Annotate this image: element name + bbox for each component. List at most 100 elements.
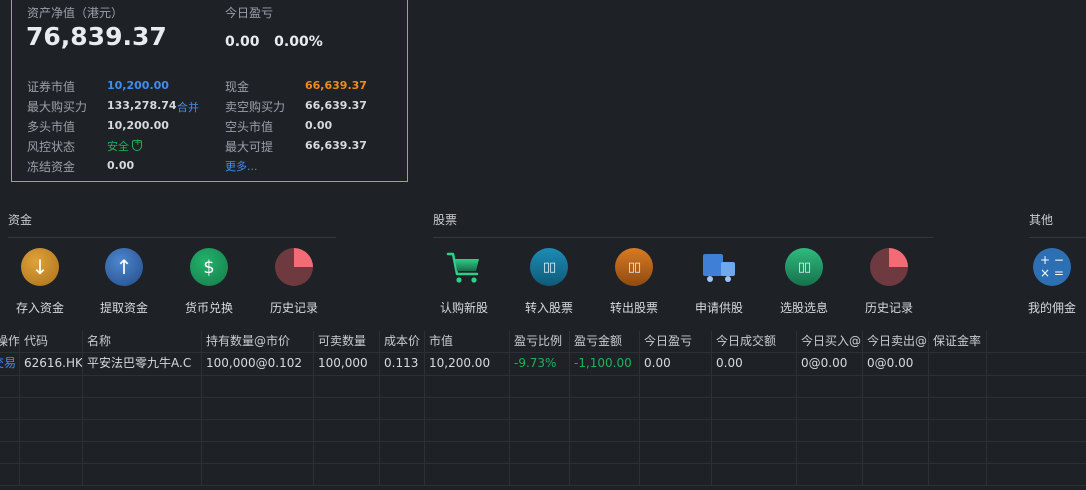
empty-cell xyxy=(20,442,83,463)
max-buying-power-label: 最大购买力 xyxy=(27,100,88,114)
calculator-icon: + − × = xyxy=(1033,248,1071,286)
empty-cell xyxy=(929,442,987,463)
stocks-history-button[interactable]: 历史记录 xyxy=(849,248,929,316)
header-sellable: 可卖数量 xyxy=(314,331,380,352)
empty-cell xyxy=(0,376,20,397)
empty-cell xyxy=(510,464,570,485)
empty-cell xyxy=(202,442,314,463)
table-empty-row xyxy=(0,398,1086,420)
stock-picks-label: 选股选息 xyxy=(779,301,828,315)
truck-icon xyxy=(700,248,738,286)
arrow-down-icon: ↓ xyxy=(21,248,59,286)
transfer-in-button[interactable]: ▯▯ 转入股票 xyxy=(509,248,589,316)
empty-cell xyxy=(0,398,20,419)
empty-cell xyxy=(83,376,202,397)
header-holding: 持有数量@市价 xyxy=(202,331,314,352)
table-empty-row xyxy=(0,464,1086,486)
more-link[interactable]: 更多... xyxy=(225,158,258,174)
frozen-funds-label: 冻结资金 xyxy=(27,160,76,174)
header-code: 代码 xyxy=(20,331,83,352)
cell-margin-rate xyxy=(929,353,987,375)
empty-cell xyxy=(314,398,380,419)
transfer-out-button[interactable]: ▯▯ 转出股票 xyxy=(594,248,674,316)
merge-link[interactable]: 合并 xyxy=(177,99,199,115)
empty-cell xyxy=(0,420,20,441)
pie-chart-icon xyxy=(870,248,908,286)
header-margin-rate: 保证金率 xyxy=(929,331,987,352)
trade-link[interactable]: 交易 xyxy=(0,353,20,375)
short-buying-power-value: 66,639.37 xyxy=(305,99,367,112)
empty-cell xyxy=(202,420,314,441)
empty-cell xyxy=(863,442,929,463)
deposit-button[interactable]: ↓ 存入资金 xyxy=(0,248,80,316)
empty-cell xyxy=(425,398,510,419)
section-stocks-title: 股票 xyxy=(433,213,458,227)
net-assets-value: 76,839.37 xyxy=(26,22,167,51)
empty-cell xyxy=(510,420,570,441)
empty-cell xyxy=(640,464,712,485)
long-value: 10,200.00 xyxy=(107,119,169,132)
pie-chart-icon xyxy=(275,248,313,286)
rights-issue-button[interactable]: 申请供股 xyxy=(679,248,759,316)
header-today-pl: 今日盈亏 xyxy=(640,331,712,352)
cell-today-buy: 0@0.00 xyxy=(797,353,863,375)
table-row[interactable]: 交易 62616.HK 平安法巴零九牛A.C 100,000@0.102 100… xyxy=(0,353,1086,376)
withdraw-label: 提取资金 xyxy=(99,301,148,315)
empty-cell xyxy=(712,376,797,397)
empty-cell xyxy=(380,442,425,463)
header-today-turnover: 今日成交额 xyxy=(712,331,797,352)
transfer-out-label: 转出股票 xyxy=(609,301,658,315)
shopping-cart-icon xyxy=(445,248,483,286)
empty-cell xyxy=(712,442,797,463)
ipo-subscribe-button[interactable]: 认购新股 xyxy=(424,248,504,316)
section-funds-title: 资金 xyxy=(8,213,33,227)
empty-cell xyxy=(425,464,510,485)
empty-cell xyxy=(20,376,83,397)
ipo-subscribe-label: 认购新股 xyxy=(439,301,488,315)
short-value: 0.00 xyxy=(305,119,333,132)
empty-cell xyxy=(380,420,425,441)
empty-cell xyxy=(712,420,797,441)
risk-status-text: 安全 xyxy=(107,140,129,153)
cell-sellable: 100,000 xyxy=(314,353,380,375)
empty-cell xyxy=(510,442,570,463)
table-empty-row xyxy=(0,442,1086,464)
empty-cell xyxy=(20,464,83,485)
empty-cell xyxy=(425,442,510,463)
table-empty-row xyxy=(0,420,1086,442)
cash-label: 现金 xyxy=(225,80,250,94)
short-value-label: 空头市值 xyxy=(225,120,274,134)
empty-cell xyxy=(640,398,712,419)
stock-picks-button[interactable]: ▯▯ 选股选息 xyxy=(764,248,844,316)
empty-cell xyxy=(797,420,863,441)
empty-cell xyxy=(314,420,380,441)
my-commission-button[interactable]: + − × = 我的佣金 xyxy=(1018,248,1086,316)
funds-history-button[interactable]: 历史记录 xyxy=(254,248,334,316)
empty-cell xyxy=(929,398,987,419)
cell-market-value: 10,200.00 xyxy=(425,353,510,375)
candlestick-in-icon: ▯▯ xyxy=(530,248,568,286)
cell-pl-ratio: -9.73% xyxy=(510,353,570,375)
empty-cell xyxy=(0,442,20,463)
empty-cell xyxy=(314,376,380,397)
empty-cell xyxy=(640,420,712,441)
section-funds-divider xyxy=(8,237,336,238)
cell-code: 62616.HK xyxy=(20,353,83,375)
empty-cell xyxy=(797,464,863,485)
empty-cell xyxy=(425,420,510,441)
empty-cell xyxy=(83,420,202,441)
transfer-in-label: 转入股票 xyxy=(524,301,573,315)
empty-cell xyxy=(83,398,202,419)
empty-cell xyxy=(314,442,380,463)
positions-table: 操作 代码 名称 持有数量@市价 可卖数量 成本价 市值 盈亏比例 盈亏金额 今… xyxy=(0,331,1086,486)
cell-name: 平安法巴零九牛A.C xyxy=(83,353,202,375)
empty-cell xyxy=(929,376,987,397)
cell-pl-amount: -1,100.00 xyxy=(570,353,640,375)
withdraw-button[interactable]: ↑ 提取资金 xyxy=(84,248,164,316)
empty-cell xyxy=(863,420,929,441)
cash-value: 66,639.37 xyxy=(305,79,367,92)
header-market-value: 市值 xyxy=(425,331,510,352)
currency-exchange-button[interactable]: $ 货币兑换 xyxy=(169,248,249,316)
short-buying-power-label: 卖空购买力 xyxy=(225,100,286,114)
empty-cell xyxy=(0,464,20,485)
